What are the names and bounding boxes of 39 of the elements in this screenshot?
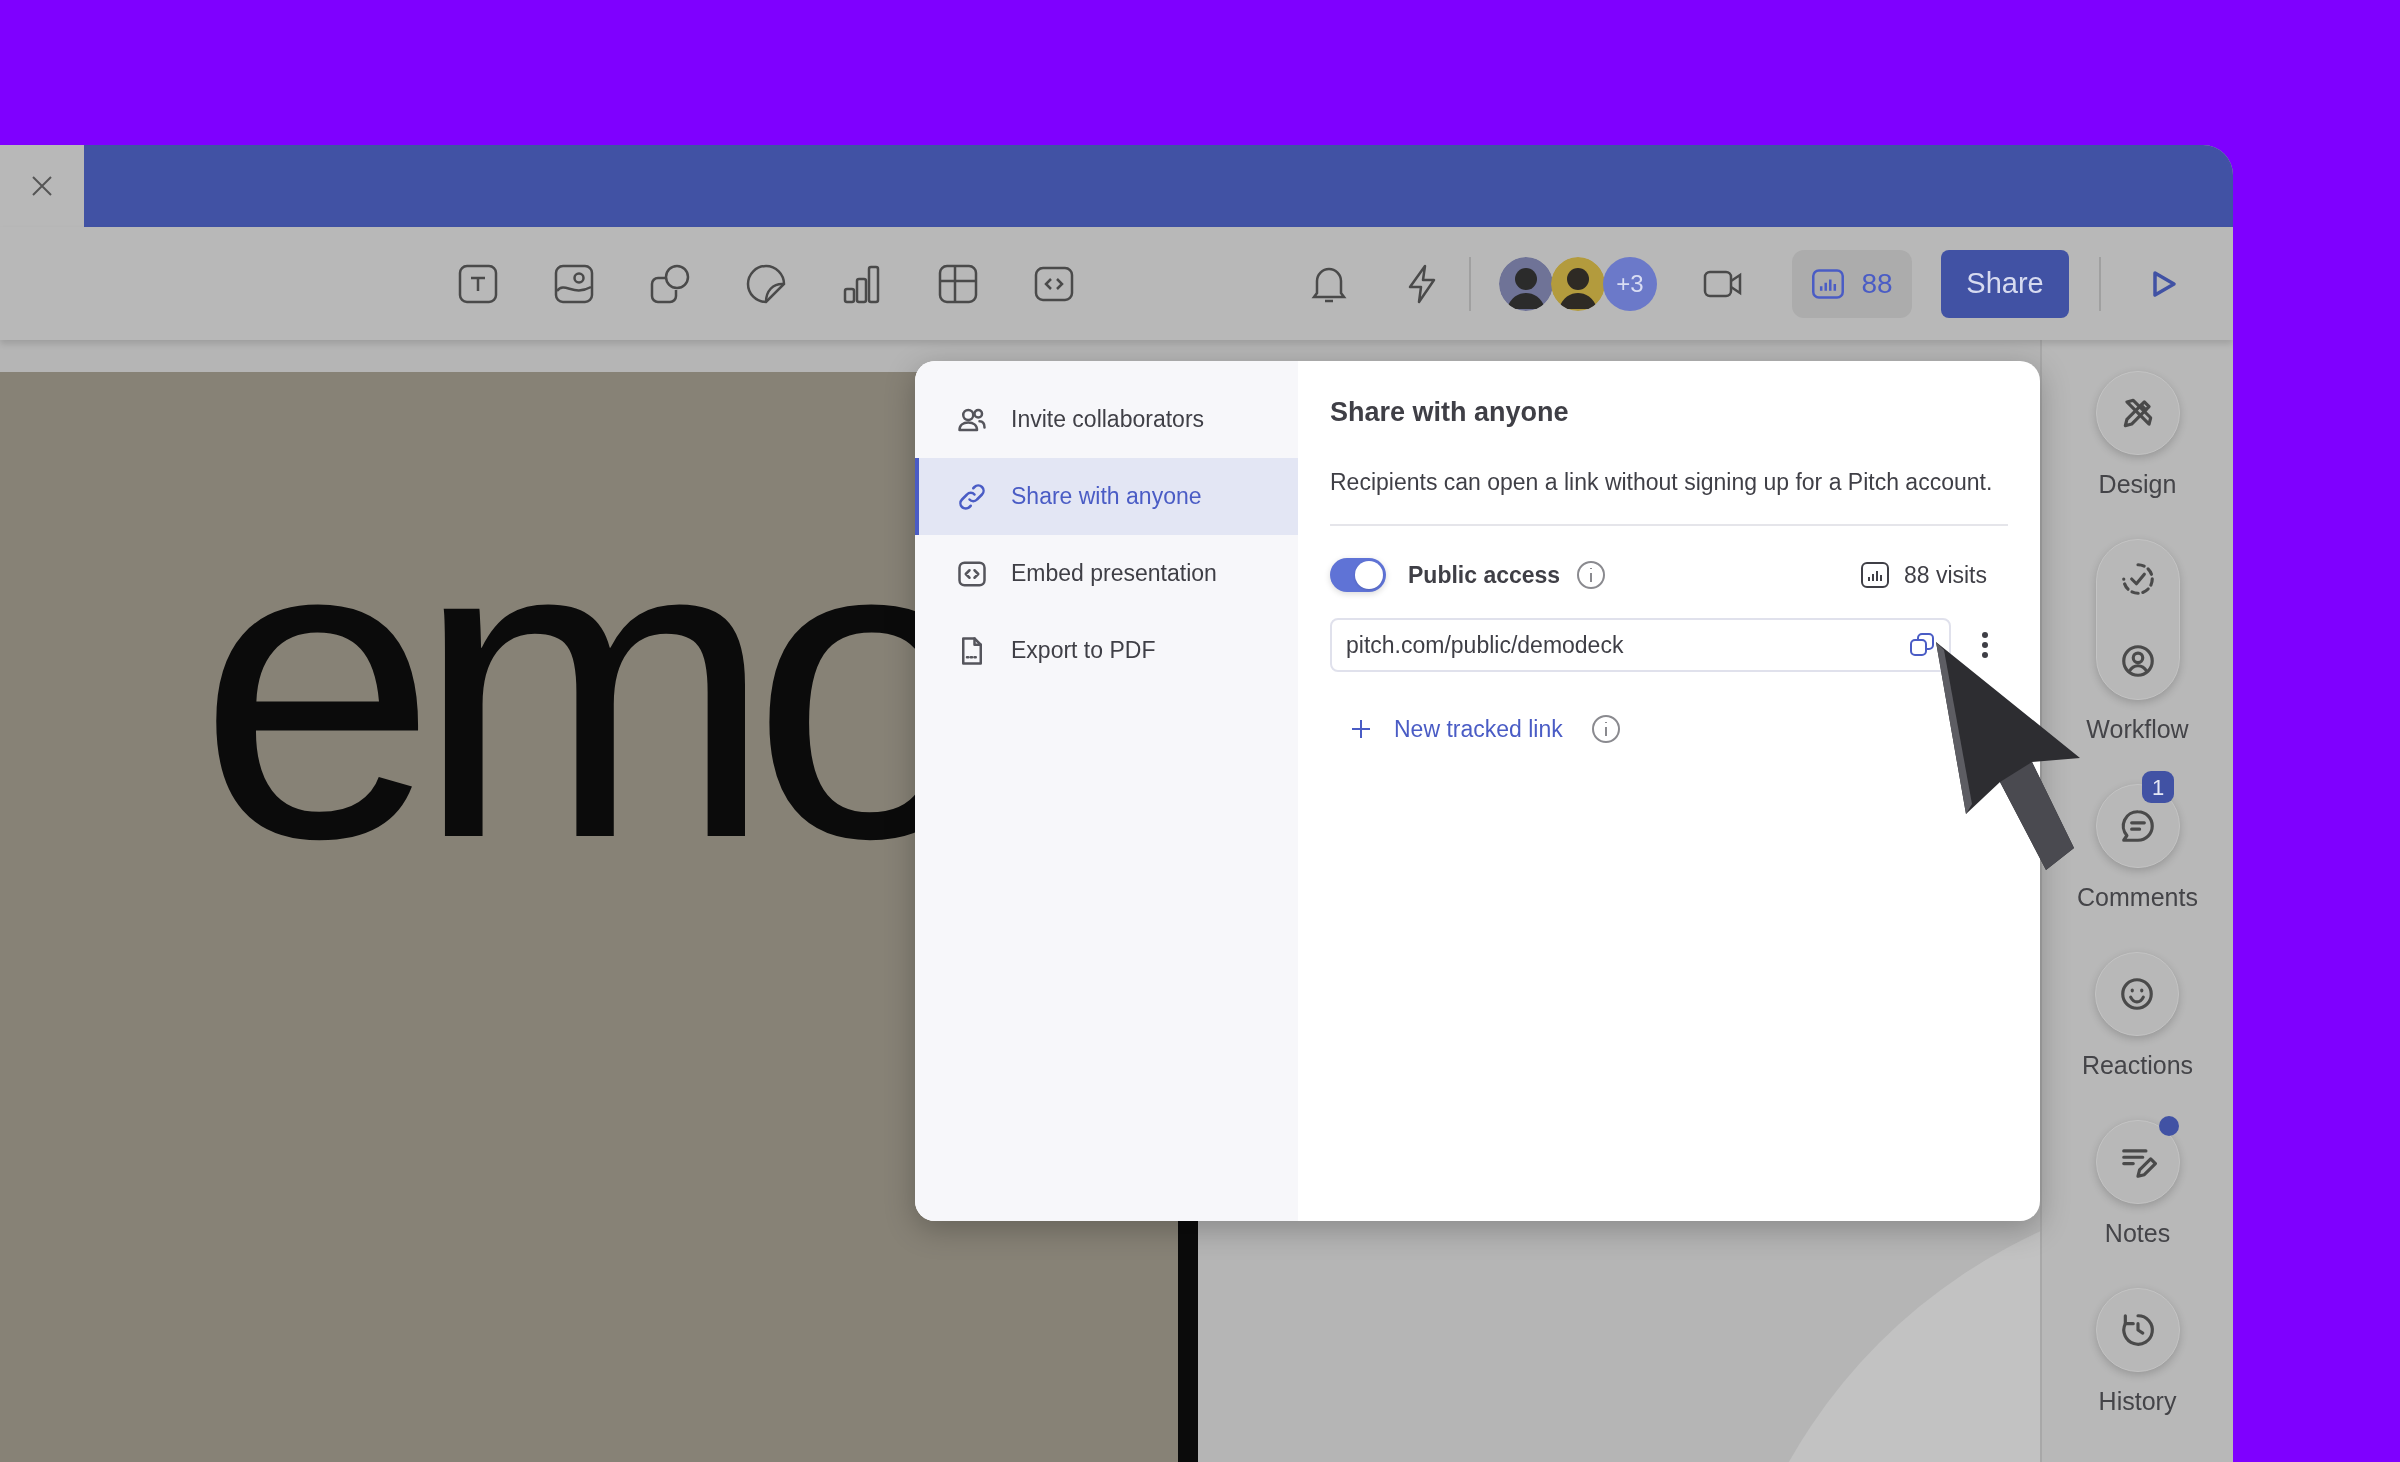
sidebar-label: Reactions	[2081, 1050, 2194, 1081]
avatar[interactable]	[1499, 256, 1553, 311]
sidebar-button[interactable]	[2095, 371, 2180, 455]
play-icon[interactable]	[2151, 269, 2177, 298]
image-tool-icon[interactable]	[553, 262, 595, 305]
info-icon[interactable]	[1576, 560, 1607, 590]
sidebar-label: History	[2098, 1386, 2177, 1417]
sidebar-label: Design	[2098, 469, 2177, 500]
shapes-tool-icon[interactable]	[649, 262, 691, 305]
public-access-label: Public access	[1408, 560, 1561, 590]
table-tool-icon[interactable]	[937, 262, 979, 305]
sidebar-label: Workflow	[2086, 714, 2189, 745]
stats-icon	[1859, 561, 1890, 589]
share-button[interactable]: Share	[1941, 249, 2069, 318]
text-tool-icon[interactable]	[457, 262, 499, 305]
stats-icon	[1811, 267, 1846, 300]
link-icon	[957, 481, 987, 512]
dialog-title: Share with anyone	[1330, 396, 1570, 429]
description-text: Recipients can open a link without signing up for a Pitch account.	[1330, 468, 1994, 497]
video-icon[interactable]	[1703, 268, 1743, 299]
plus-icon	[1350, 718, 1372, 741]
close-icon[interactable]	[30, 174, 54, 198]
sidebar-button[interactable]	[2095, 952, 2180, 1036]
collaborators-count[interactable]: +3	[1603, 256, 1657, 311]
more-options-icon[interactable]	[1981, 631, 1989, 659]
count-badge: 1	[2142, 771, 2175, 803]
link-field[interactable]: pitch.com/public/demodeck	[1330, 618, 1951, 672]
sidebar-label: Comments	[2077, 882, 2198, 913]
workflow-button[interactable]	[2095, 539, 2180, 700]
nav-item[interactable]: Share with anyone	[915, 458, 1298, 535]
visits-count: 88 visits	[1903, 560, 1987, 590]
sticker-tool-icon[interactable]	[745, 262, 787, 305]
sidebar-button[interactable]	[2095, 1288, 2180, 1372]
avatar[interactable]	[1551, 256, 1605, 311]
info-icon[interactable]	[1590, 714, 1621, 745]
new-tracked-link-button[interactable]: New tracked link	[1350, 712, 1563, 747]
sidebar-label: Notes	[2104, 1218, 2171, 1249]
copy-icon[interactable]	[1909, 632, 1935, 658]
public-access-toggle[interactable]	[1330, 558, 1386, 592]
